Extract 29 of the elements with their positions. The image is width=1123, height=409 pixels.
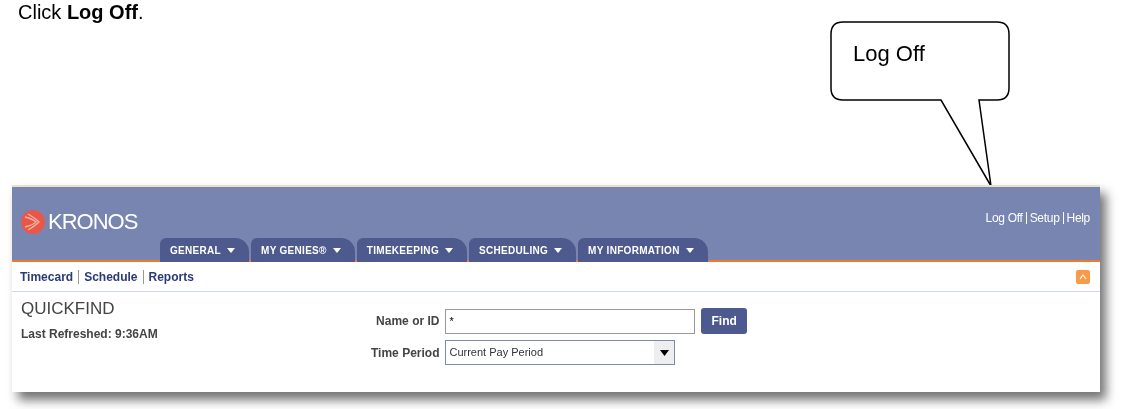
dropdown-caret-icon: [444, 247, 453, 253]
dropdown-caret-icon: [554, 247, 563, 253]
nav-tab[interactable]: MY GENIES®: [251, 238, 355, 262]
nav-tab[interactable]: GENERAL: [160, 238, 249, 262]
header-link[interactable]: Help: [1066, 209, 1090, 227]
field-label: Time Period: [371, 344, 440, 362]
collapse-button[interactable]: [1076, 269, 1090, 284]
logo-mark-icon: [20, 208, 46, 235]
dropdown-caret-icon: [659, 349, 669, 356]
name-input-field[interactable]: *: [445, 308, 696, 334]
field-label: Name or ID: [375, 313, 440, 330]
dropdown-caret-icon: [685, 247, 694, 253]
nav-tab[interactable]: TIMEKEEPING: [356, 238, 467, 262]
header-link[interactable]: Setup: [1029, 209, 1060, 227]
nav-tab[interactable]: MY INFORMATION: [578, 238, 708, 262]
time-period-dropdown[interactable]: Current Pay Period: [445, 340, 676, 365]
last-refreshed-text: Last Refreshed: 9:36AM: [21, 325, 159, 343]
find-button[interactable]: Find: [701, 308, 747, 334]
instruction-text: Click Log Off.: [18, 1, 144, 23]
subnav-link[interactable]: Timecard: [20, 267, 74, 286]
subnav-link[interactable]: Schedule: [84, 267, 138, 286]
dropdown-caret-icon: [227, 247, 235, 253]
section-title: QUICKFIND: [21, 298, 116, 320]
logo-text: KRONOS: [48, 208, 138, 236]
callout-text: Log Off: [853, 40, 925, 68]
nav-tab[interactable]: SCHEDULING: [468, 238, 577, 262]
dropdown-caret-icon: [332, 247, 341, 253]
subnav-link[interactable]: Reports: [148, 267, 194, 286]
header-link[interactable]: Log Off: [985, 209, 1023, 227]
